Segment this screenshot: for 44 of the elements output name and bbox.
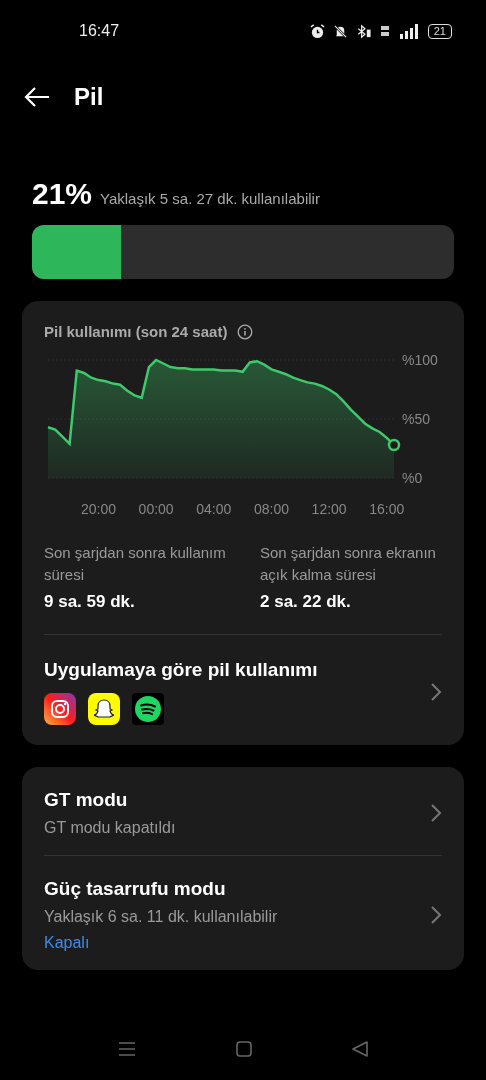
y-axis-label: %50 (402, 411, 431, 427)
back-arrow-icon[interactable] (24, 87, 50, 107)
battery-estimate: Yaklaşık 5 sa. 27 dk. kullanılabilir (100, 190, 320, 207)
y-axis-label: %0 (402, 470, 423, 486)
row-title: Uygulamaya göre pil kullanımı (44, 659, 318, 681)
camera-app-icon (44, 693, 76, 725)
music-app-icon (132, 693, 164, 725)
bluetooth-icon (355, 23, 372, 39)
mode-row[interactable]: GT modu GT modu kapatıldı (44, 767, 442, 855)
y-axis-label: %100 (402, 352, 438, 368)
status-time: 16:47 (79, 22, 120, 40)
home-icon[interactable] (236, 1041, 252, 1057)
app-usage-row[interactable]: Uygulamaya göre pil kullanımı (44, 635, 442, 745)
page-title: Pil (74, 83, 104, 111)
card-title: Pil kullanımı (son 24 saat) (44, 323, 228, 340)
alarm-clock-icon (309, 23, 325, 39)
row-title: Güç tasarrufu modu (44, 878, 227, 900)
battery-icon: 21 (427, 23, 452, 39)
x-axis-label: 20:00 (80, 501, 116, 517)
stat-value: 9 sa. 59 dk. (44, 592, 136, 612)
x-axis-label: 04:00 (196, 501, 232, 517)
muted-bell-icon (332, 23, 348, 39)
mode-row[interactable]: Güç tasarrufu modu Yaklaşık 6 sa. 11 dk. kullanılabilir Kapalı (44, 855, 442, 970)
signal-icon (397, 23, 420, 39)
stat-label: Son şarjdan sonra kullanım süresi (44, 543, 227, 585)
menu-icon[interactable] (118, 1041, 136, 1057)
current-point-marker (387, 438, 401, 452)
back-icon[interactable] (352, 1041, 368, 1057)
status-link[interactable]: Kapalı (44, 934, 278, 952)
chevron-right-icon (430, 803, 442, 823)
row-subtitle: GT modu kapatıldı (44, 819, 176, 837)
x-axis-label: 08:00 (253, 501, 289, 517)
x-axis-label: 12:00 (311, 501, 347, 517)
row-title: GT modu (44, 789, 129, 811)
stat-value: 2 sa. 22 dk. (260, 592, 352, 612)
x-axis-label: 00:00 (138, 501, 174, 517)
chevron-right-icon (430, 682, 442, 702)
stat-label: Son şarjdan sonra ekranın açık kalma süresi (260, 543, 437, 585)
battery-percent: 21% (32, 177, 93, 211)
info-icon[interactable] (237, 323, 254, 340)
ghost-app-icon (88, 693, 120, 725)
chevron-right-icon (430, 905, 442, 925)
x-axis-label: 16:00 (369, 501, 405, 517)
row-subtitle: Yaklaşık 6 sa. 11 dk. kullanılabilir (44, 908, 278, 926)
